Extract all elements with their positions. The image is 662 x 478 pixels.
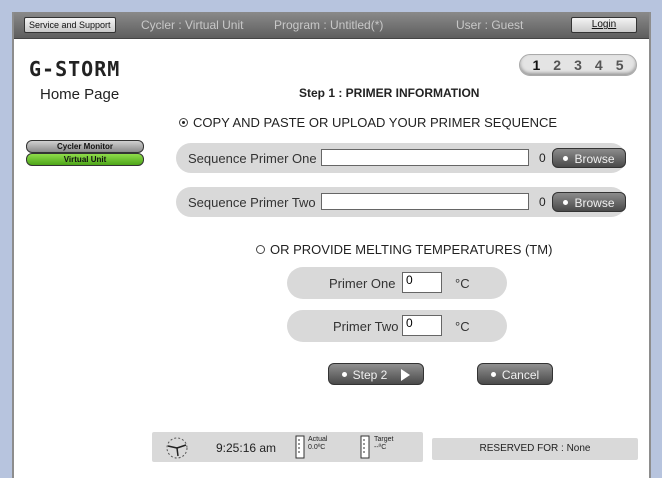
tm-primer-one-row: Primer One 0 °C — [287, 267, 507, 299]
page-title: Step 1 : PRIMER INFORMATION — [299, 86, 480, 100]
tm-primer-two-row: Primer Two 0 °C — [287, 310, 507, 342]
clock-time: 9:25:16 am — [216, 441, 277, 455]
actual-temp: Actual 0.0ºC — [308, 436, 327, 452]
user-info: User : Guest — [456, 18, 524, 32]
app-window: Service and Support Cycler : Virtual Uni… — [12, 12, 651, 478]
target-label: Target — [374, 436, 394, 443]
cycler-monitor-button[interactable]: Cycler Monitor — [26, 140, 144, 153]
radio-tm[interactable] — [256, 245, 265, 255]
radio-sequence[interactable] — [179, 118, 188, 128]
actual-label: Actual — [308, 436, 328, 443]
actual-value: 0.0ºC — [308, 444, 326, 451]
home-page-link[interactable]: Home Page — [40, 86, 119, 103]
thermometer-target-icon — [360, 435, 370, 459]
option-tm[interactable]: OR PROVIDE MELTING TEMPERATURES (TM) — [256, 242, 552, 257]
option-sequence[interactable]: COPY AND PASTE OR UPLOAD YOUR PRIMER SEQ… — [179, 115, 557, 130]
option-tm-label: OR PROVIDE MELTING TEMPERATURES (TM) — [270, 242, 553, 257]
reserved-for: RESERVED FOR : None — [432, 438, 638, 460]
play-arrow-icon — [401, 368, 411, 381]
tm-primer-one-unit: °C — [455, 276, 470, 291]
step2-button[interactable]: Step 2 — [328, 363, 424, 385]
service-support-button[interactable]: Service and Support — [24, 17, 116, 33]
virtual-unit-button[interactable]: Virtual Unit — [26, 153, 144, 166]
target-value: --ºC — [374, 444, 387, 451]
step-4[interactable]: 4 — [595, 57, 603, 73]
sequence-primer-one-label: Sequence Primer One — [188, 151, 317, 166]
thermometer-actual-icon — [295, 435, 305, 459]
step-indicator: 1 2 3 4 5 — [519, 54, 637, 76]
sequence-primer-one-row: Sequence Primer One 0 Browse — [176, 143, 626, 173]
sequence-primer-one-input[interactable] — [321, 149, 529, 166]
cycler-info: Cycler : Virtual Unit — [141, 18, 244, 32]
tm-primer-two-input[interactable]: 0 — [402, 315, 442, 336]
top-bar: Service and Support Cycler : Virtual Uni… — [14, 12, 649, 39]
sequence-primer-two-input[interactable] — [321, 193, 529, 210]
login-button[interactable]: Login — [571, 17, 637, 33]
program-info: Program : Untitled(*) — [274, 18, 384, 32]
sequence-primer-two-label: Sequence Primer Two — [188, 195, 316, 210]
step-1[interactable]: 1 — [533, 57, 541, 73]
tm-primer-two-label: Primer Two — [333, 319, 399, 334]
step2-label: Step 2 — [352, 368, 388, 382]
cancel-button[interactable]: Cancel — [477, 363, 553, 385]
target-temp: Target --ºC — [374, 436, 393, 452]
tm-primer-one-input[interactable]: 0 — [402, 272, 442, 293]
clock-icon — [166, 437, 188, 459]
sequence-primer-two-row: Sequence Primer Two 0 Browse — [176, 187, 626, 217]
tm-primer-one-label: Primer One — [329, 276, 396, 291]
sequence-primer-two-count: 0 — [539, 195, 546, 209]
browse-button-one[interactable]: Browse — [552, 148, 626, 168]
tm-primer-two-unit: °C — [455, 319, 470, 334]
browse-button-two[interactable]: Browse — [552, 192, 626, 212]
step-2[interactable]: 2 — [553, 57, 561, 73]
sequence-primer-one-count: 0 — [539, 151, 546, 165]
logo: G-STORM — [29, 57, 121, 81]
status-panel: 9:25:16 am Actual 0.0ºC Target --ºC — [152, 432, 423, 462]
step-5[interactable]: 5 — [616, 57, 624, 73]
option-sequence-label: COPY AND PASTE OR UPLOAD YOUR PRIMER SEQ… — [193, 115, 558, 130]
step-3[interactable]: 3 — [574, 57, 582, 73]
